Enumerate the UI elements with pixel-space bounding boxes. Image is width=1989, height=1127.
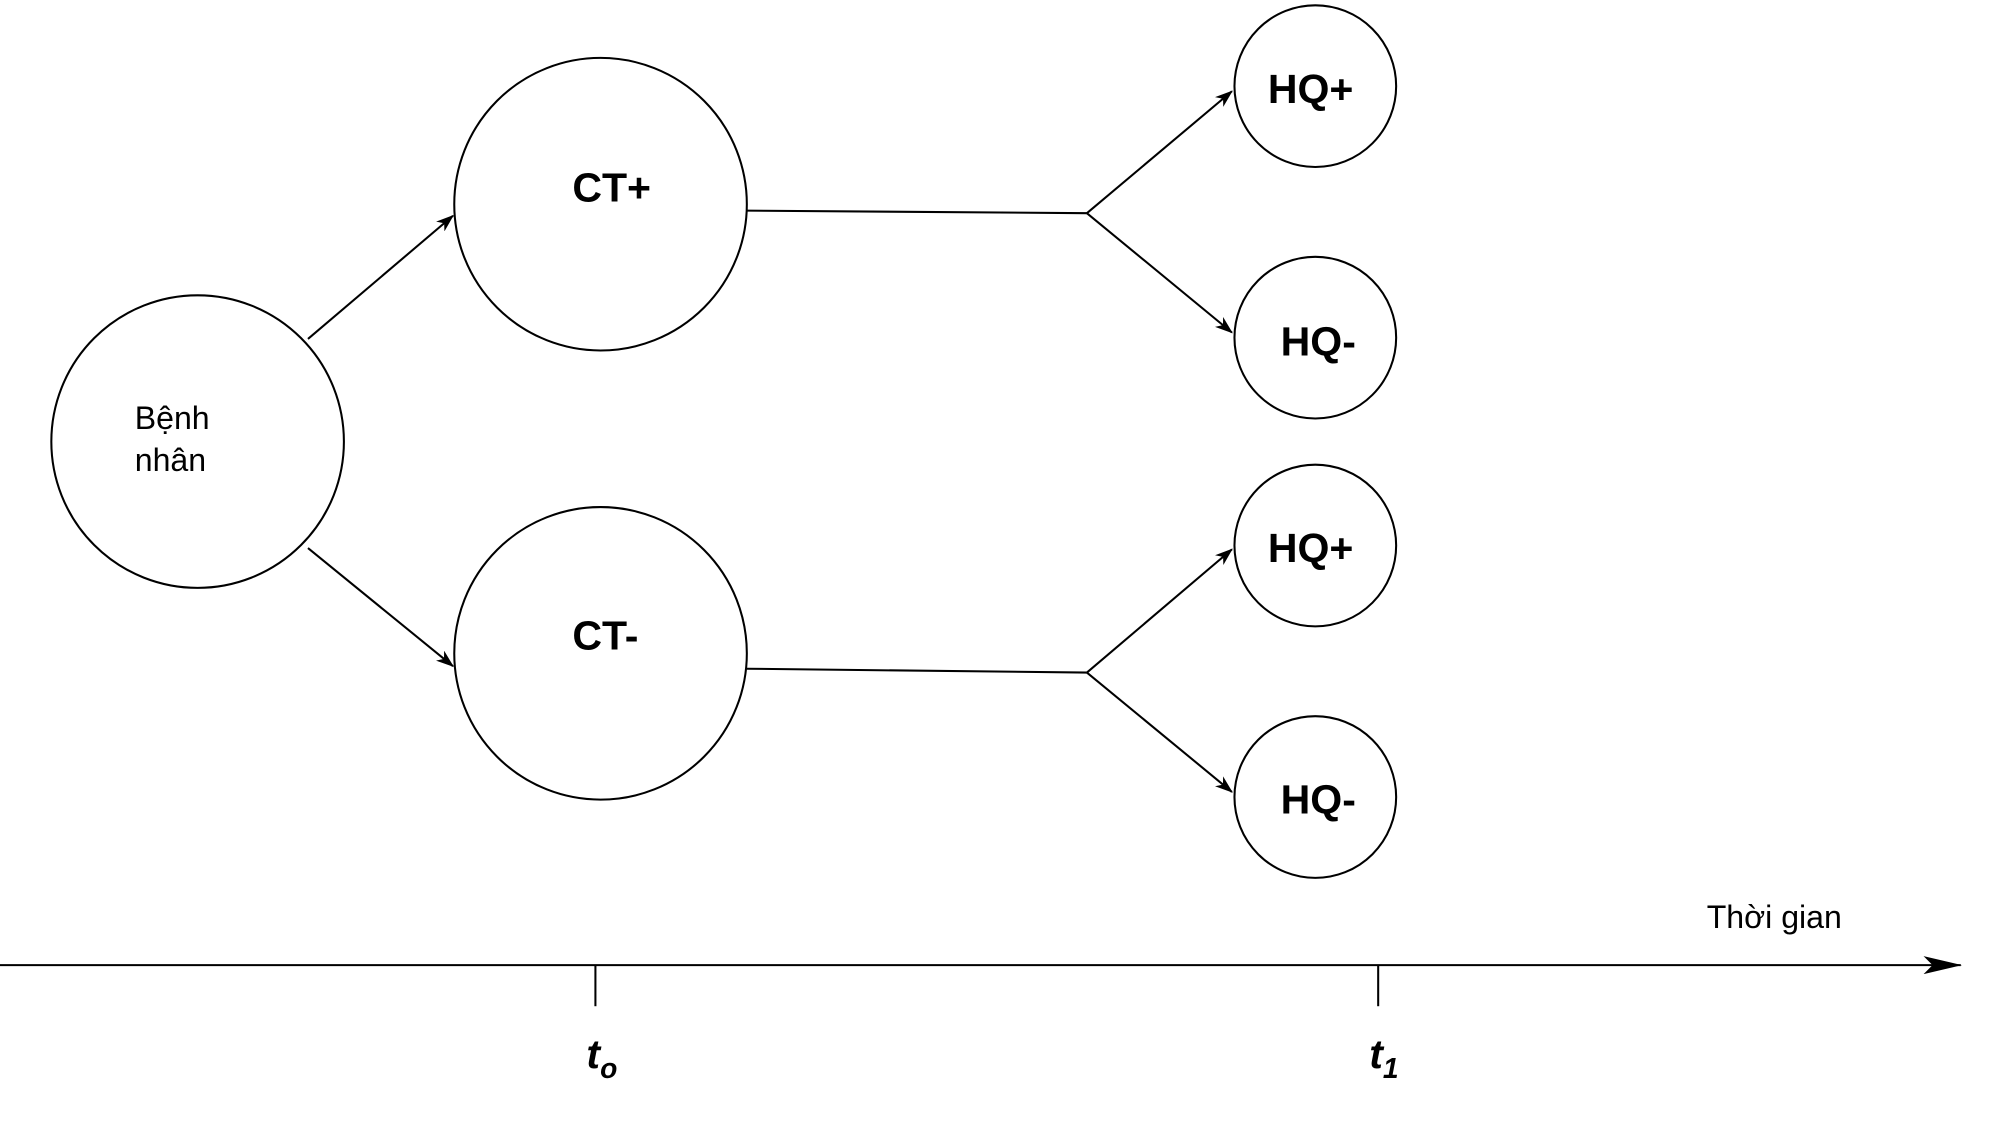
hq-pos-1-label: HQ+	[1268, 66, 1354, 112]
node-ct-pos: CT+	[453, 56, 748, 352]
line-ct-neg-followup	[746, 667, 1087, 674]
node-hq-pos-1: HQ+	[1233, 4, 1398, 169]
patient-label-line2: nhân	[135, 442, 206, 478]
time-axis-label: Thời gian	[1707, 899, 1842, 935]
patient-label-line1: Bệnh	[135, 400, 210, 436]
hq-pos-2-label: HQ+	[1268, 525, 1354, 571]
hq-neg-2-label: HQ-	[1281, 777, 1356, 823]
node-hq-neg-1: HQ-	[1233, 255, 1398, 420]
arrow-to-hq-neg-1	[1086, 212, 1233, 334]
arrow-to-hq-pos-2	[1086, 548, 1233, 674]
arrow-patient-to-ct-pos	[307, 214, 454, 340]
arrow-to-hq-pos-1	[1086, 90, 1233, 214]
node-hq-neg-2: HQ-	[1233, 715, 1398, 879]
arrow-patient-to-ct-neg	[307, 547, 454, 667]
node-hq-pos-2: HQ+	[1233, 463, 1398, 628]
arrow-to-hq-neg-2	[1086, 671, 1233, 793]
cohort-diagram: Bệnh nhân CT+ CT- HQ+ HQ- HQ+ HQ- Thời g…	[0, 4, 1963, 1084]
ct-neg-label: CT-	[572, 612, 638, 658]
node-ct-neg: CT-	[453, 506, 748, 801]
ct-pos-label: CT+	[572, 165, 651, 211]
hq-neg-1-label: HQ-	[1281, 319, 1356, 365]
node-patient: Bệnh nhân	[50, 294, 345, 589]
tick-label-t0: to	[586, 1031, 617, 1084]
line-ct-pos-followup	[746, 209, 1087, 215]
tick-label-t1: t1	[1369, 1031, 1398, 1084]
